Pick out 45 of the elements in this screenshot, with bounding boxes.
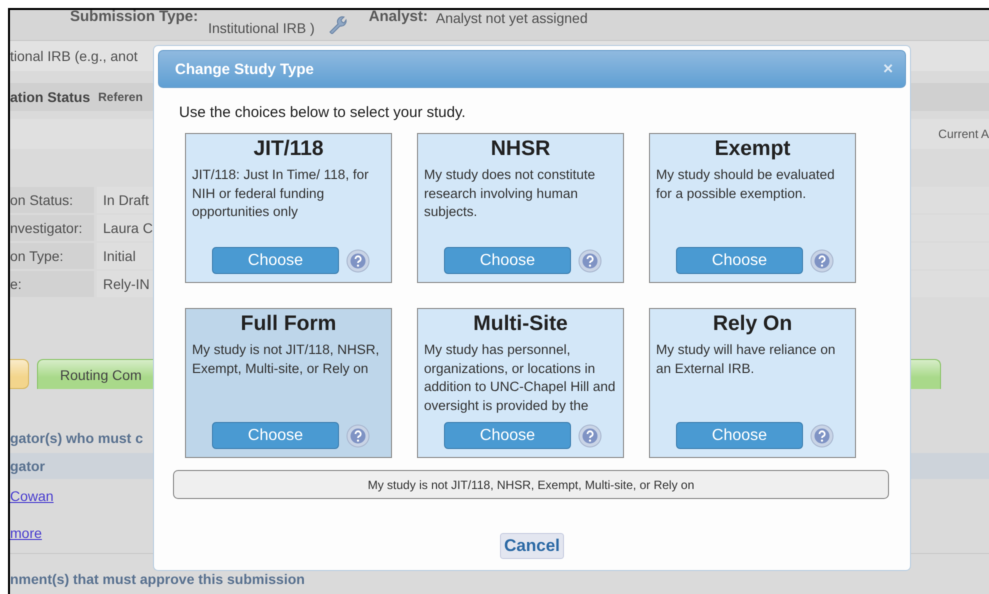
section-heading: nment(s) that must approve this submission [10, 571, 305, 587]
help-icon[interactable] [346, 248, 370, 272]
option-description: My study is not JIT/118, NHSR, Exempt, Multi-site, or Rely on [192, 341, 380, 378]
choose-button[interactable]: Choose [212, 247, 339, 274]
option-title: Full Form [240, 311, 338, 337]
option-title: JIT/118 [252, 136, 325, 162]
help-icon[interactable] [578, 248, 602, 272]
choose-button[interactable]: Choose [444, 247, 571, 274]
option-title: Multi-Site [472, 311, 569, 337]
dialog-title: Change Study Type [175, 60, 314, 78]
detail-label: on Type: [10, 243, 94, 269]
investigator-link[interactable]: Cowan [10, 488, 54, 504]
section-tab[interactable]: Referen [98, 90, 143, 104]
choose-button[interactable]: Choose [676, 422, 803, 449]
section-title: ation Status [10, 89, 90, 105]
option-title: Rely On [712, 311, 794, 337]
wrench-icon[interactable] [326, 14, 347, 34]
close-button[interactable]: × [883, 59, 893, 79]
column-header: gator [10, 458, 45, 474]
detail-label: on Status: [10, 187, 94, 213]
help-icon[interactable] [578, 424, 602, 448]
option-title: Exempt [714, 136, 792, 162]
field-value: Analyst not yet assigned [436, 10, 588, 26]
choose-button[interactable]: Choose [676, 247, 803, 274]
section-heading: gator(s) who must c [10, 430, 144, 446]
more-link[interactable]: more [10, 525, 42, 541]
help-icon[interactable] [346, 424, 370, 448]
detail-label: e: [10, 271, 94, 297]
help-icon[interactable] [810, 424, 834, 448]
field-label: Analyst: [368, 8, 428, 25]
option-title: NHSR [490, 136, 552, 162]
field-value: Institutional IRB ) [208, 20, 315, 36]
option-description: My study has personnel, organizations, or locations in addition to UNC-Chapel Hill and oversight is provided by the [424, 341, 616, 415]
note-text: tional IRB (e.g., anot [10, 48, 138, 64]
help-icon[interactable] [810, 248, 834, 272]
detail-label: nvestigator: [10, 215, 94, 241]
intro-text: Use the choices below to select your study. [179, 104, 467, 123]
choose-button[interactable]: Choose [212, 422, 339, 449]
tab[interactable] [10, 359, 29, 389]
choose-button[interactable]: Choose [444, 422, 571, 449]
option-description: My study will have reliance on an External IRB. [656, 341, 836, 378]
summary-bar: My study is not JIT/118, NHSR, Exempt, Multi-site, or Rely on [173, 470, 889, 499]
field-label: Submission Type: [70, 8, 198, 25]
column-header: Current A [938, 127, 989, 141]
cancel-button[interactable]: Cancel [500, 533, 564, 559]
